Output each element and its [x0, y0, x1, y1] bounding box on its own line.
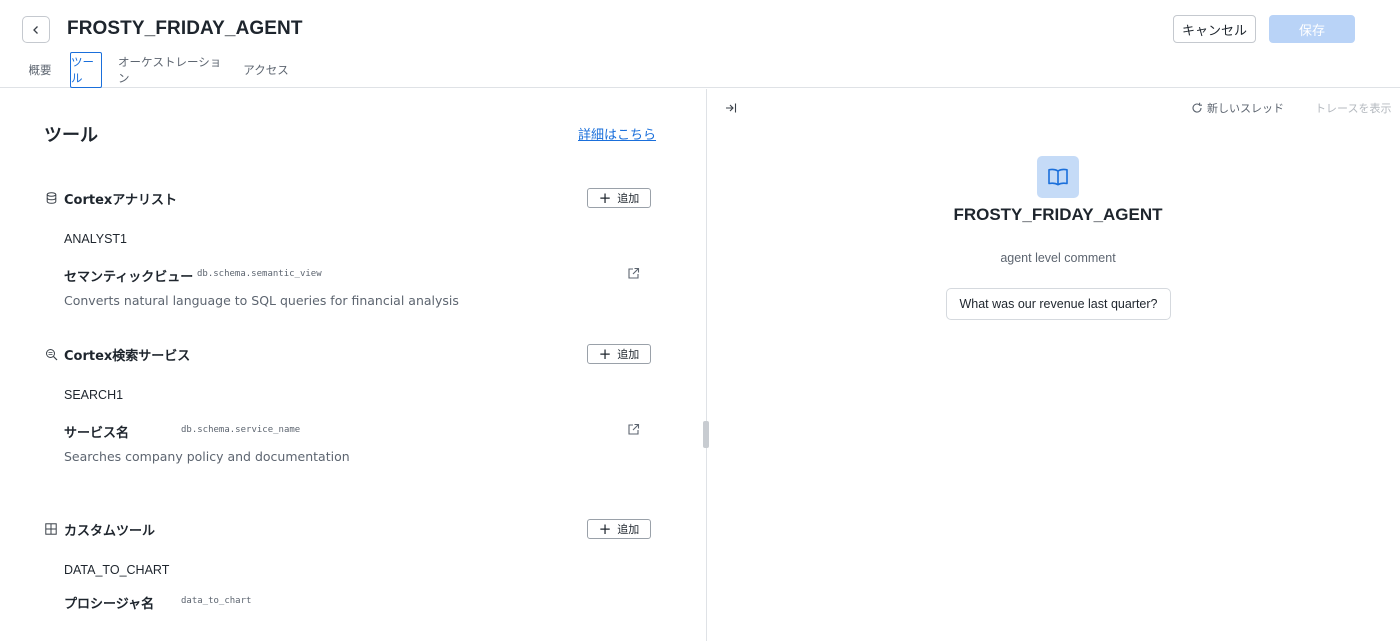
page-header: FROSTY_FRIDAY_AGENT キャンセル 保存 概要 ツール オーケス… — [0, 0, 1400, 88]
cortex-analyst-header: Cortexアナリスト — [44, 188, 177, 208]
refresh-icon — [1192, 102, 1202, 113]
tools-title: ツール — [44, 125, 98, 146]
custom-item-name: DATA_TO_CHART — [64, 563, 170, 577]
tab-overview[interactable]: 概要 — [22, 52, 58, 88]
tab-tools[interactable]: ツール — [70, 52, 102, 88]
new-thread-label: 新しいスレッド — [1207, 102, 1284, 115]
plus-icon: + — [598, 344, 612, 363]
custom-tool-title: カスタムツール — [64, 523, 156, 539]
agent-avatar — [1037, 156, 1079, 198]
save-button[interactable]: 保存 — [1269, 15, 1355, 43]
add-custom-tool-button[interactable]: + 追加 — [587, 519, 651, 539]
suggested-question-button[interactable]: What was our revenue last quarter? — [946, 288, 1171, 320]
learn-more-link[interactable]: 詳細はこちら — [578, 124, 656, 143]
procedure-name-label: プロシージャ名 — [64, 597, 155, 612]
plus-icon: + — [598, 519, 612, 538]
procedure-name-value: data_to_chart — [181, 596, 252, 606]
plus-icon: + — [598, 188, 612, 207]
external-link-icon[interactable] — [627, 267, 640, 280]
service-name-value: db.schema.service_name — [181, 425, 301, 435]
add-label: 追加 — [617, 523, 640, 536]
analyst-item-name: ANALYST1 — [64, 232, 127, 246]
agent-name: FROSTY_FRIDAY_AGENT — [953, 205, 1163, 224]
panel-resize-handle[interactable] — [703, 421, 709, 448]
collapse-panel-icon[interactable] — [724, 101, 738, 115]
cortex-search-header: Cortex検索サービス — [44, 344, 190, 364]
cortex-analyst-title: Cortexアナリスト — [64, 192, 178, 208]
add-label: 追加 — [617, 348, 640, 361]
tab-orchestration[interactable]: オーケストレーション — [118, 52, 228, 88]
tab-access[interactable]: アクセス — [240, 52, 292, 88]
cancel-button[interactable]: キャンセル — [1173, 15, 1256, 43]
database-icon — [44, 191, 58, 205]
new-thread-button[interactable]: 新しいスレッド — [1191, 100, 1284, 116]
cortex-search-title: Cortex検索サービス — [64, 348, 191, 364]
book-icon — [1048, 168, 1068, 186]
semantic-view-label: セマンティックビュー — [64, 270, 194, 285]
custom-tool-icon — [44, 522, 58, 536]
analyst-description: Converts natural language to SQL queries… — [64, 293, 459, 308]
external-link-icon[interactable] — [627, 423, 640, 436]
add-analyst-button[interactable]: + 追加 — [587, 188, 651, 208]
page-title: FROSTY_FRIDAY_AGENT — [67, 18, 303, 39]
search-service-icon — [44, 347, 58, 361]
search-item-name: SEARCH1 — [64, 388, 124, 402]
agent-comment: agent level comment — [1000, 251, 1116, 265]
back-button[interactable] — [22, 16, 50, 43]
search-description: Searches company policy and documentatio… — [64, 449, 350, 464]
panel-divider — [706, 89, 707, 641]
semantic-view-value: db.schema.semantic_view — [197, 269, 322, 279]
show-trace-button[interactable]: トレースを表示 — [1315, 100, 1391, 116]
tools-panel: ツール 詳細はこちら Cortexアナリスト + 追加 ANALYST1 セマン… — [0, 89, 706, 641]
add-search-button[interactable]: + 追加 — [587, 344, 651, 364]
service-name-label: サービス名 — [64, 426, 130, 441]
add-label: 追加 — [617, 192, 640, 205]
custom-tool-header: カスタムツール — [44, 519, 155, 539]
chevron-left-icon — [33, 25, 38, 34]
